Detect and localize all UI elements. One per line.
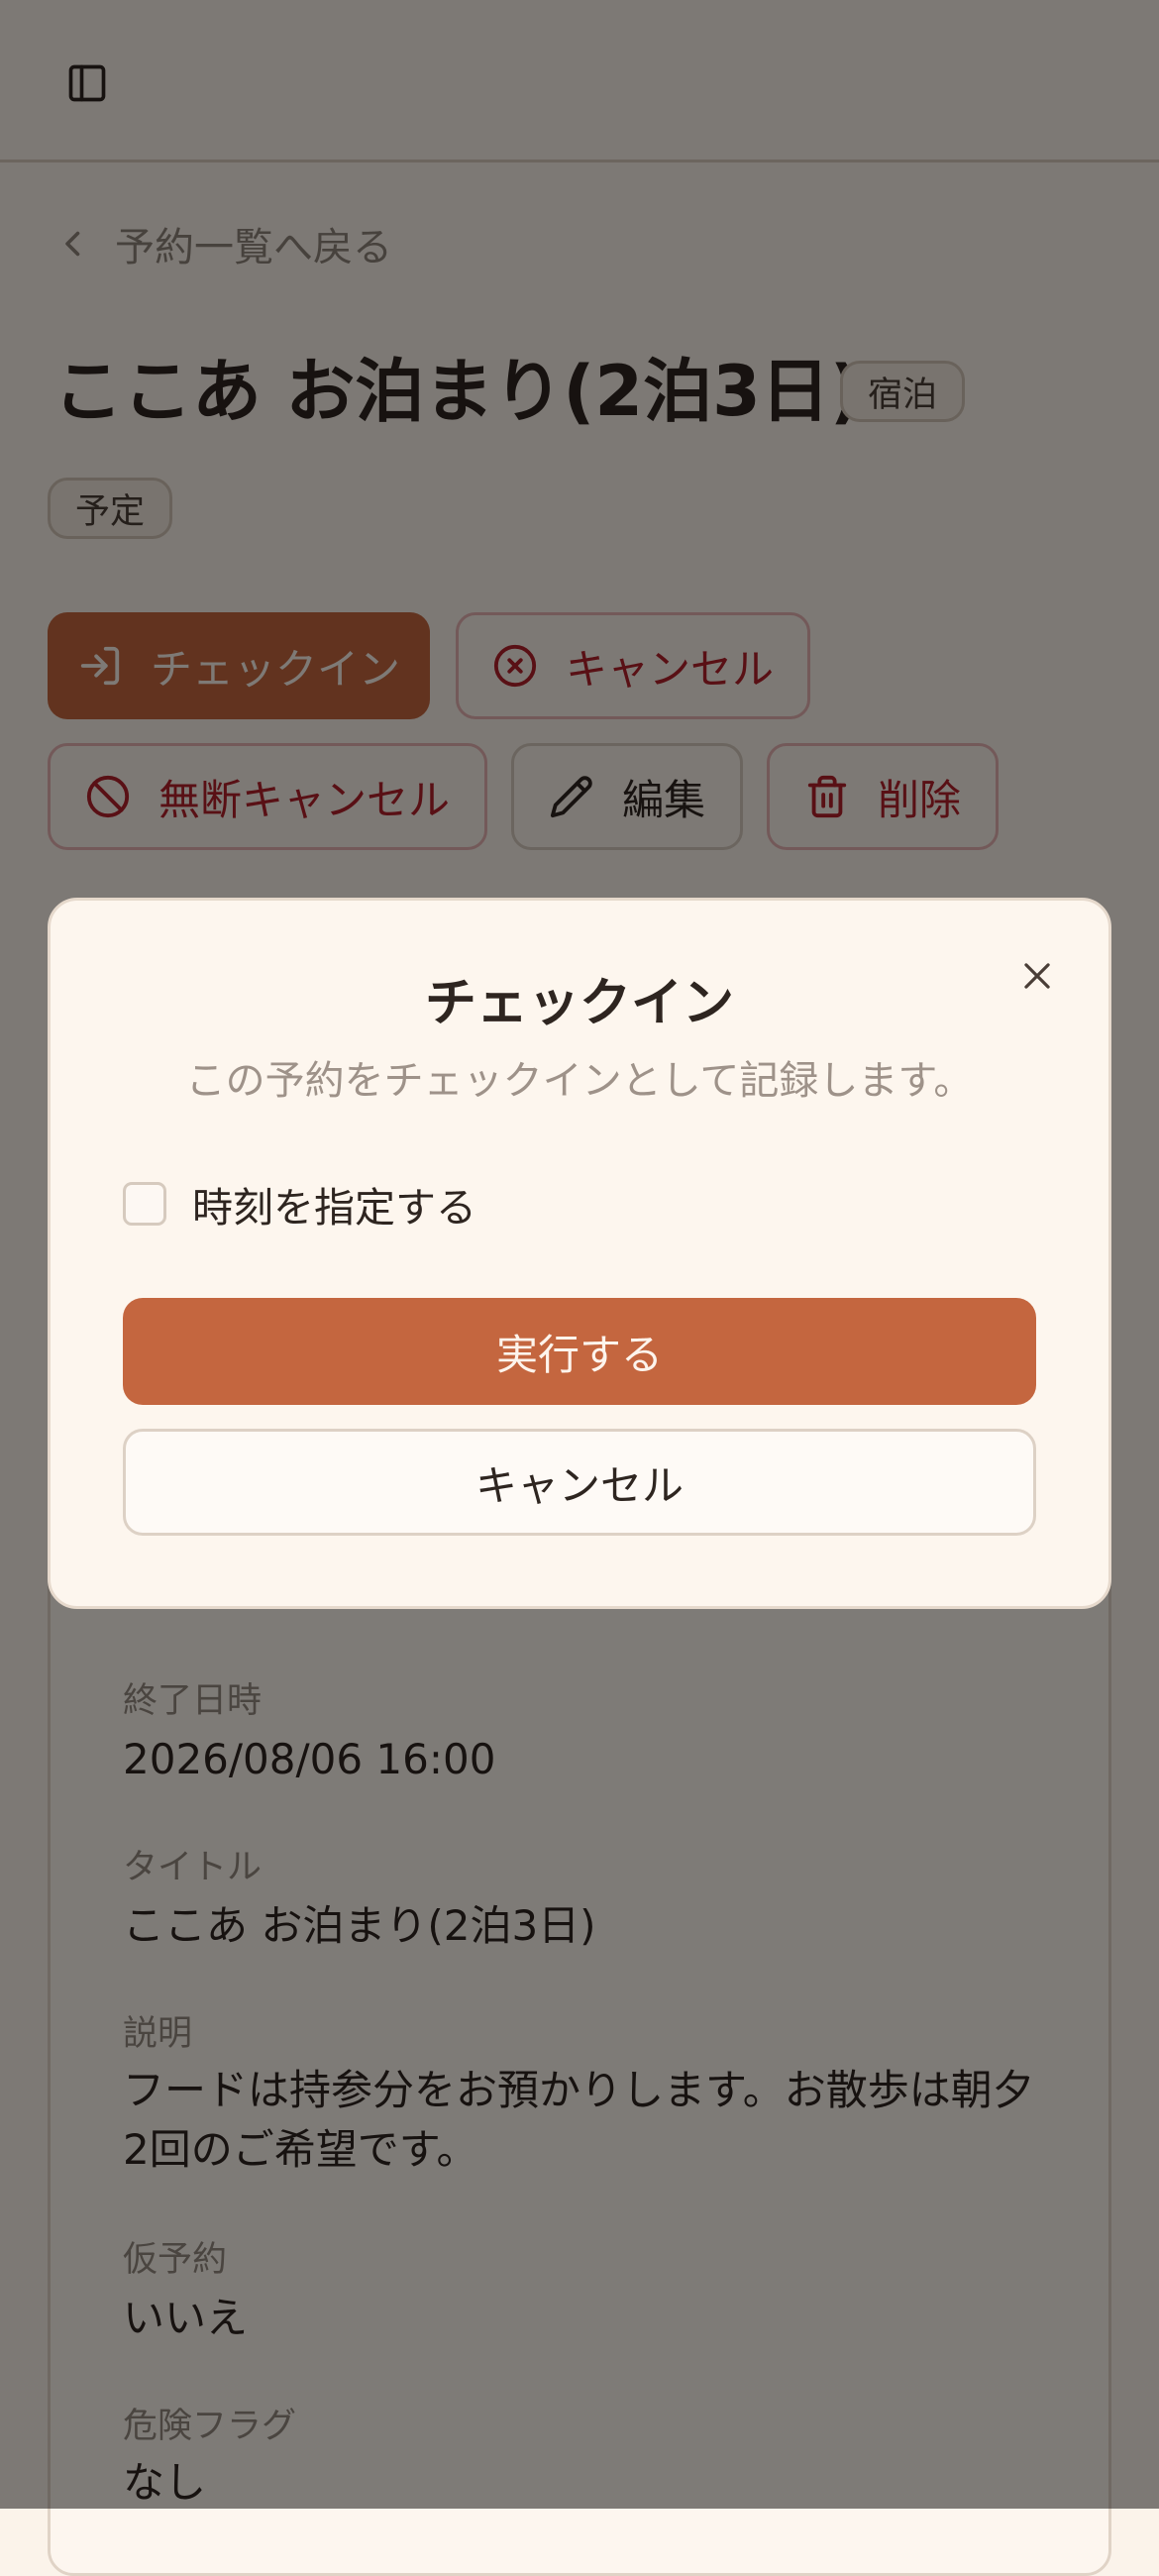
- dialog-title: チェックイン: [424, 974, 734, 1033]
- dialog-description: この予約をチェックインとして記録します。: [185, 1058, 974, 1104]
- specify-time-label: 時刻を指定する: [192, 1184, 476, 1232]
- confirm-button[interactable]: 実行する: [123, 1298, 1036, 1405]
- dialog-cancel-button[interactable]: キャンセル: [123, 1429, 1036, 1536]
- specify-time-option[interactable]: 時刻を指定する: [123, 1175, 476, 1233]
- specify-time-checkbox[interactable]: [123, 1182, 166, 1226]
